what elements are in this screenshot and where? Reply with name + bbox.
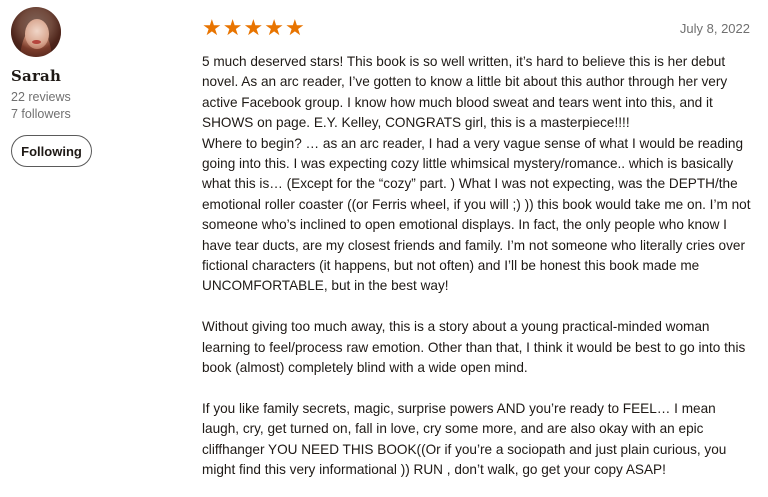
- reviewer-review-count: 22 reviews: [11, 90, 71, 104]
- review-paragraph: If you like family secrets, magic, surpr…: [202, 400, 727, 478]
- avatar[interactable]: [11, 7, 61, 57]
- review-header: ★ ★ ★ ★ ★ July 8, 2022: [202, 14, 754, 42]
- review-text: 5 much deserved stars! This book is so w…: [202, 52, 754, 481]
- review: ★ ★ ★ ★ ★ July 8, 2022 5 much deserved s…: [202, 14, 754, 481]
- reviewer-name[interactable]: Sarah: [11, 67, 181, 85]
- avatar-lips: [32, 40, 41, 44]
- reviewer-follower-count: 7 followers: [11, 107, 71, 121]
- reviewer-card: Sarah 22 reviews 7 followers Following: [11, 7, 181, 167]
- star-icon: ★: [202, 15, 222, 40]
- star-icon: ★: [264, 15, 284, 40]
- star-icon: ★: [243, 15, 264, 40]
- star-icon: ★: [284, 15, 305, 40]
- review-paragraph: Where to begin? … as an arc reader, I ha…: [202, 135, 751, 294]
- review-paragraph: Without giving too much away, this is a …: [202, 319, 746, 376]
- review-date[interactable]: July 8, 2022: [680, 21, 750, 36]
- review-paragraph: 5 much deserved stars! This book is so w…: [202, 54, 728, 131]
- following-button[interactable]: Following: [11, 135, 92, 167]
- avatar-face: [25, 19, 49, 49]
- star-rating: ★ ★ ★ ★ ★: [202, 17, 305, 39]
- star-icon: ★: [222, 15, 243, 40]
